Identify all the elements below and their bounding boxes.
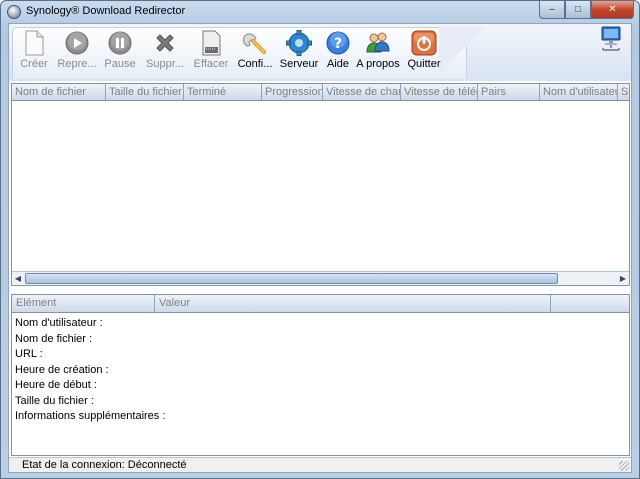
column-header-value[interactable]: Valeur: [155, 295, 551, 313]
detail-row-username: Nom d'utilisateur :: [15, 317, 103, 329]
quit-button[interactable]: Quitter: [405, 30, 443, 76]
column-header-progress[interactable]: Progression: [262, 84, 323, 100]
svg-text:?: ?: [334, 36, 342, 52]
column-header-completed[interactable]: Terminé: [184, 84, 262, 100]
window-title: Synology® Download Redirector: [26, 5, 186, 17]
column-header-filesize[interactable]: Taille du fichier: [106, 84, 184, 100]
create-label: Créer: [20, 58, 48, 70]
column-header-peers[interactable]: Pairs: [478, 84, 540, 100]
detail-row-start-time: Heure de début :: [15, 379, 97, 391]
details-list: Nom d'utilisateur : Nom de fichier : URL…: [15, 316, 165, 425]
detail-row-filesize: Taille du fichier :: [15, 394, 94, 407]
network-computer-icon[interactable]: [599, 26, 623, 52]
clear-document-icon: [198, 30, 224, 56]
detail-row-extra-info: Informations supplémentaires :: [15, 410, 166, 422]
scroll-left-icon[interactable]: ◀: [12, 273, 24, 284]
page-icon: [21, 30, 47, 56]
power-icon: [411, 30, 437, 56]
pause-icon: [107, 30, 133, 56]
delete-label: Suppr...: [146, 58, 184, 70]
quit-label: Quitter: [407, 58, 441, 70]
column-header-status[interactable]: St: [618, 84, 629, 100]
window-controls: – □ ✕: [539, 1, 634, 19]
server-label: Serveur: [279, 58, 319, 70]
play-icon: [64, 30, 90, 56]
scroll-right-icon[interactable]: ▶: [617, 273, 629, 284]
resume-label: Repre...: [57, 58, 97, 70]
detail-row-filename: Nom de fichier :: [15, 332, 93, 345]
wrench-icon: [242, 30, 268, 56]
pause-button[interactable]: Pause: [101, 30, 139, 76]
status-bar: Etat de la connexion: Déconnecté: [9, 457, 631, 472]
clear-label: Effacer: [193, 58, 229, 70]
column-header-username[interactable]: Nom d'utilisateu: [540, 84, 618, 100]
toolbar-panel-tail: [439, 27, 489, 79]
column-header-upload-speed[interactable]: Vitesse de téléc: [401, 84, 478, 100]
column-header-download-speed[interactable]: Vitesse de char: [323, 84, 401, 100]
column-header-element[interactable]: Elément: [12, 295, 155, 313]
maximize-button[interactable]: □: [565, 1, 591, 19]
about-button[interactable]: A propos: [356, 30, 400, 76]
help-icon: ?: [325, 30, 351, 56]
resume-button[interactable]: Repre...: [54, 30, 100, 76]
settings-label: Confi...: [237, 58, 273, 70]
details-header: Elément Valeur: [12, 295, 629, 313]
help-label: Aide: [326, 58, 350, 70]
detail-row-url: URL :: [15, 348, 43, 360]
server-gear-icon: [286, 30, 312, 56]
toolbar: Créer Repre... Pause Suppr... Effacer Co…: [9, 24, 631, 81]
download-table-header: Nom de fichier Taille du fichier Terminé…: [12, 84, 629, 101]
help-button[interactable]: ? Aide: [323, 30, 353, 76]
column-header-filename[interactable]: Nom de fichier: [12, 84, 106, 100]
settings-button[interactable]: Confi...: [236, 30, 274, 76]
clear-button[interactable]: Effacer: [191, 30, 231, 76]
minimize-button[interactable]: –: [539, 1, 565, 19]
scroll-thumb[interactable]: [25, 273, 558, 284]
horizontal-scrollbar[interactable]: ◀ ▶: [12, 271, 629, 285]
delete-button[interactable]: Suppr...: [143, 30, 187, 76]
download-table[interactable]: Nom de fichier Taille du fichier Terminé…: [11, 83, 630, 286]
app-window: Synology® Download Redirector – □ ✕ Crée…: [0, 0, 640, 479]
column-header-extra[interactable]: [551, 295, 629, 313]
connection-status: Etat de la connexion: Déconnecté: [22, 459, 187, 471]
close-button[interactable]: ✕: [591, 1, 634, 19]
create-button[interactable]: Créer: [15, 30, 53, 76]
details-panel: Elément Valeur Nom d'utilisateur : Nom d…: [11, 294, 630, 456]
detail-row-created-time: Heure de création :: [15, 363, 109, 376]
client-area: Créer Repre... Pause Suppr... Effacer Co…: [8, 23, 632, 473]
users-icon: [365, 30, 391, 56]
delete-x-icon: [152, 30, 178, 56]
server-button[interactable]: Serveur: [279, 30, 319, 76]
about-label: A propos: [356, 58, 400, 70]
resize-grip-icon[interactable]: [619, 461, 629, 471]
title-bar[interactable]: Synology® Download Redirector – □ ✕: [1, 1, 639, 23]
app-icon: [7, 5, 21, 19]
pause-label: Pause: [104, 58, 136, 70]
